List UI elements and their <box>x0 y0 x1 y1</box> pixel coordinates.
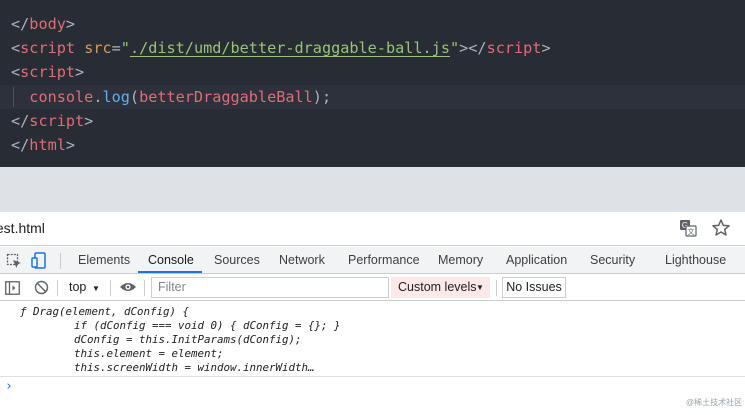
tag-name: script <box>20 63 76 81</box>
tag-name: body <box>29 15 66 33</box>
punctuation: </ <box>11 136 30 154</box>
method-name: log <box>102 88 130 106</box>
inspect-element-icon[interactable] <box>6 253 22 269</box>
code-line-5: </script> <box>11 109 93 133</box>
chevron-down-icon: ▼ <box>476 283 484 292</box>
tab-memory[interactable]: Memory <box>438 247 483 274</box>
chevron-down-icon: ▼ <box>92 284 100 293</box>
tab-application[interactable]: Application <box>506 247 567 274</box>
src-link[interactable]: ./dist/umd/better-draggable-ball.js <box>130 39 450 57</box>
bookmark-star-icon[interactable] <box>711 218 731 238</box>
filter-input[interactable]: Filter <box>151 277 389 298</box>
punctuation: ); <box>312 88 332 106</box>
punctuation: </ <box>468 39 487 57</box>
src-link-text: ./dist/umd/better-draggable-ball.js <box>129 39 450 57</box>
punctuation: < <box>11 39 21 57</box>
console-log-line: this.element = element; <box>74 347 224 360</box>
object-name: console <box>29 88 94 106</box>
code-line-3: <script> <box>11 60 84 84</box>
tab-network[interactable]: Network <box>279 247 325 274</box>
tag-name: html <box>29 136 66 154</box>
console-log-line: dConfig = this.InitParams(dConfig); <box>74 333 302 346</box>
code-line-6: </html> <box>11 133 75 157</box>
code-line-2: <script src="./dist/umd/better-draggable… <box>11 36 551 60</box>
punctuation: > <box>459 39 469 57</box>
tab-console[interactable]: Console <box>148 247 194 274</box>
punctuation: ( <box>129 88 140 106</box>
code-line-1: </body> <box>11 12 75 36</box>
watermark: @稀土技术社区 <box>686 398 743 407</box>
window-gap <box>0 167 745 212</box>
tab-security[interactable]: Security <box>590 247 635 274</box>
console-log-line: if (dConfig === void 0) { dConfig = {}; … <box>74 319 341 332</box>
punctuation: > <box>75 63 85 81</box>
address-bar[interactable]: test.html <box>0 212 745 246</box>
eye-icon[interactable] <box>119 281 137 293</box>
punctuation: = <box>111 39 121 57</box>
tab-lighthouse[interactable]: Lighthouse <box>665 247 726 274</box>
issues-button[interactable]: No Issues <box>502 277 566 298</box>
punctuation: </ <box>11 15 30 33</box>
divider <box>57 280 58 296</box>
divider <box>496 280 497 296</box>
string-quote: " <box>120 39 130 57</box>
string-quote: " <box>449 39 460 57</box>
tag-name: script <box>20 39 76 57</box>
punctuation: > <box>65 15 76 33</box>
tag-name: script <box>29 112 85 130</box>
device-toolbar-icon[interactable] <box>31 252 47 269</box>
punctuation: </ <box>11 112 30 130</box>
tag-name: script <box>486 39 542 57</box>
argument-name: betterDraggableBall <box>139 88 313 106</box>
divider <box>110 280 111 296</box>
punctuation: < <box>11 63 21 81</box>
console-prompt[interactable]: › <box>5 379 13 394</box>
punctuation: > <box>541 39 551 57</box>
punctuation: > <box>65 136 76 154</box>
tab-elements[interactable]: Elements <box>78 247 130 274</box>
page-url[interactable]: test.html <box>0 220 45 236</box>
console-log-line[interactable]: ƒ Drag(element, dConfig) { <box>20 305 189 319</box>
indent-guide <box>13 87 14 107</box>
code-line-4-current: console.log(betterDraggableBall); <box>0 85 745 109</box>
svg-text:文: 文 <box>688 227 695 236</box>
attribute-name: src <box>84 39 112 57</box>
divider <box>60 253 61 269</box>
tab-sources[interactable]: Sources <box>214 247 260 274</box>
divider <box>144 280 145 296</box>
console-log-line: this.screenWidth = window.innerWidth… <box>74 361 315 374</box>
punctuation: > <box>84 112 94 130</box>
clear-console-icon[interactable] <box>34 280 49 295</box>
translate-icon[interactable]: G 文 <box>679 219 697 237</box>
active-tab-indicator <box>138 271 202 273</box>
sidebar-toggle-icon[interactable] <box>5 281 20 295</box>
code-editor[interactable]: </body> <script src="./dist/umd/better-d… <box>0 0 745 167</box>
tab-performance[interactable]: Performance <box>348 247 420 274</box>
